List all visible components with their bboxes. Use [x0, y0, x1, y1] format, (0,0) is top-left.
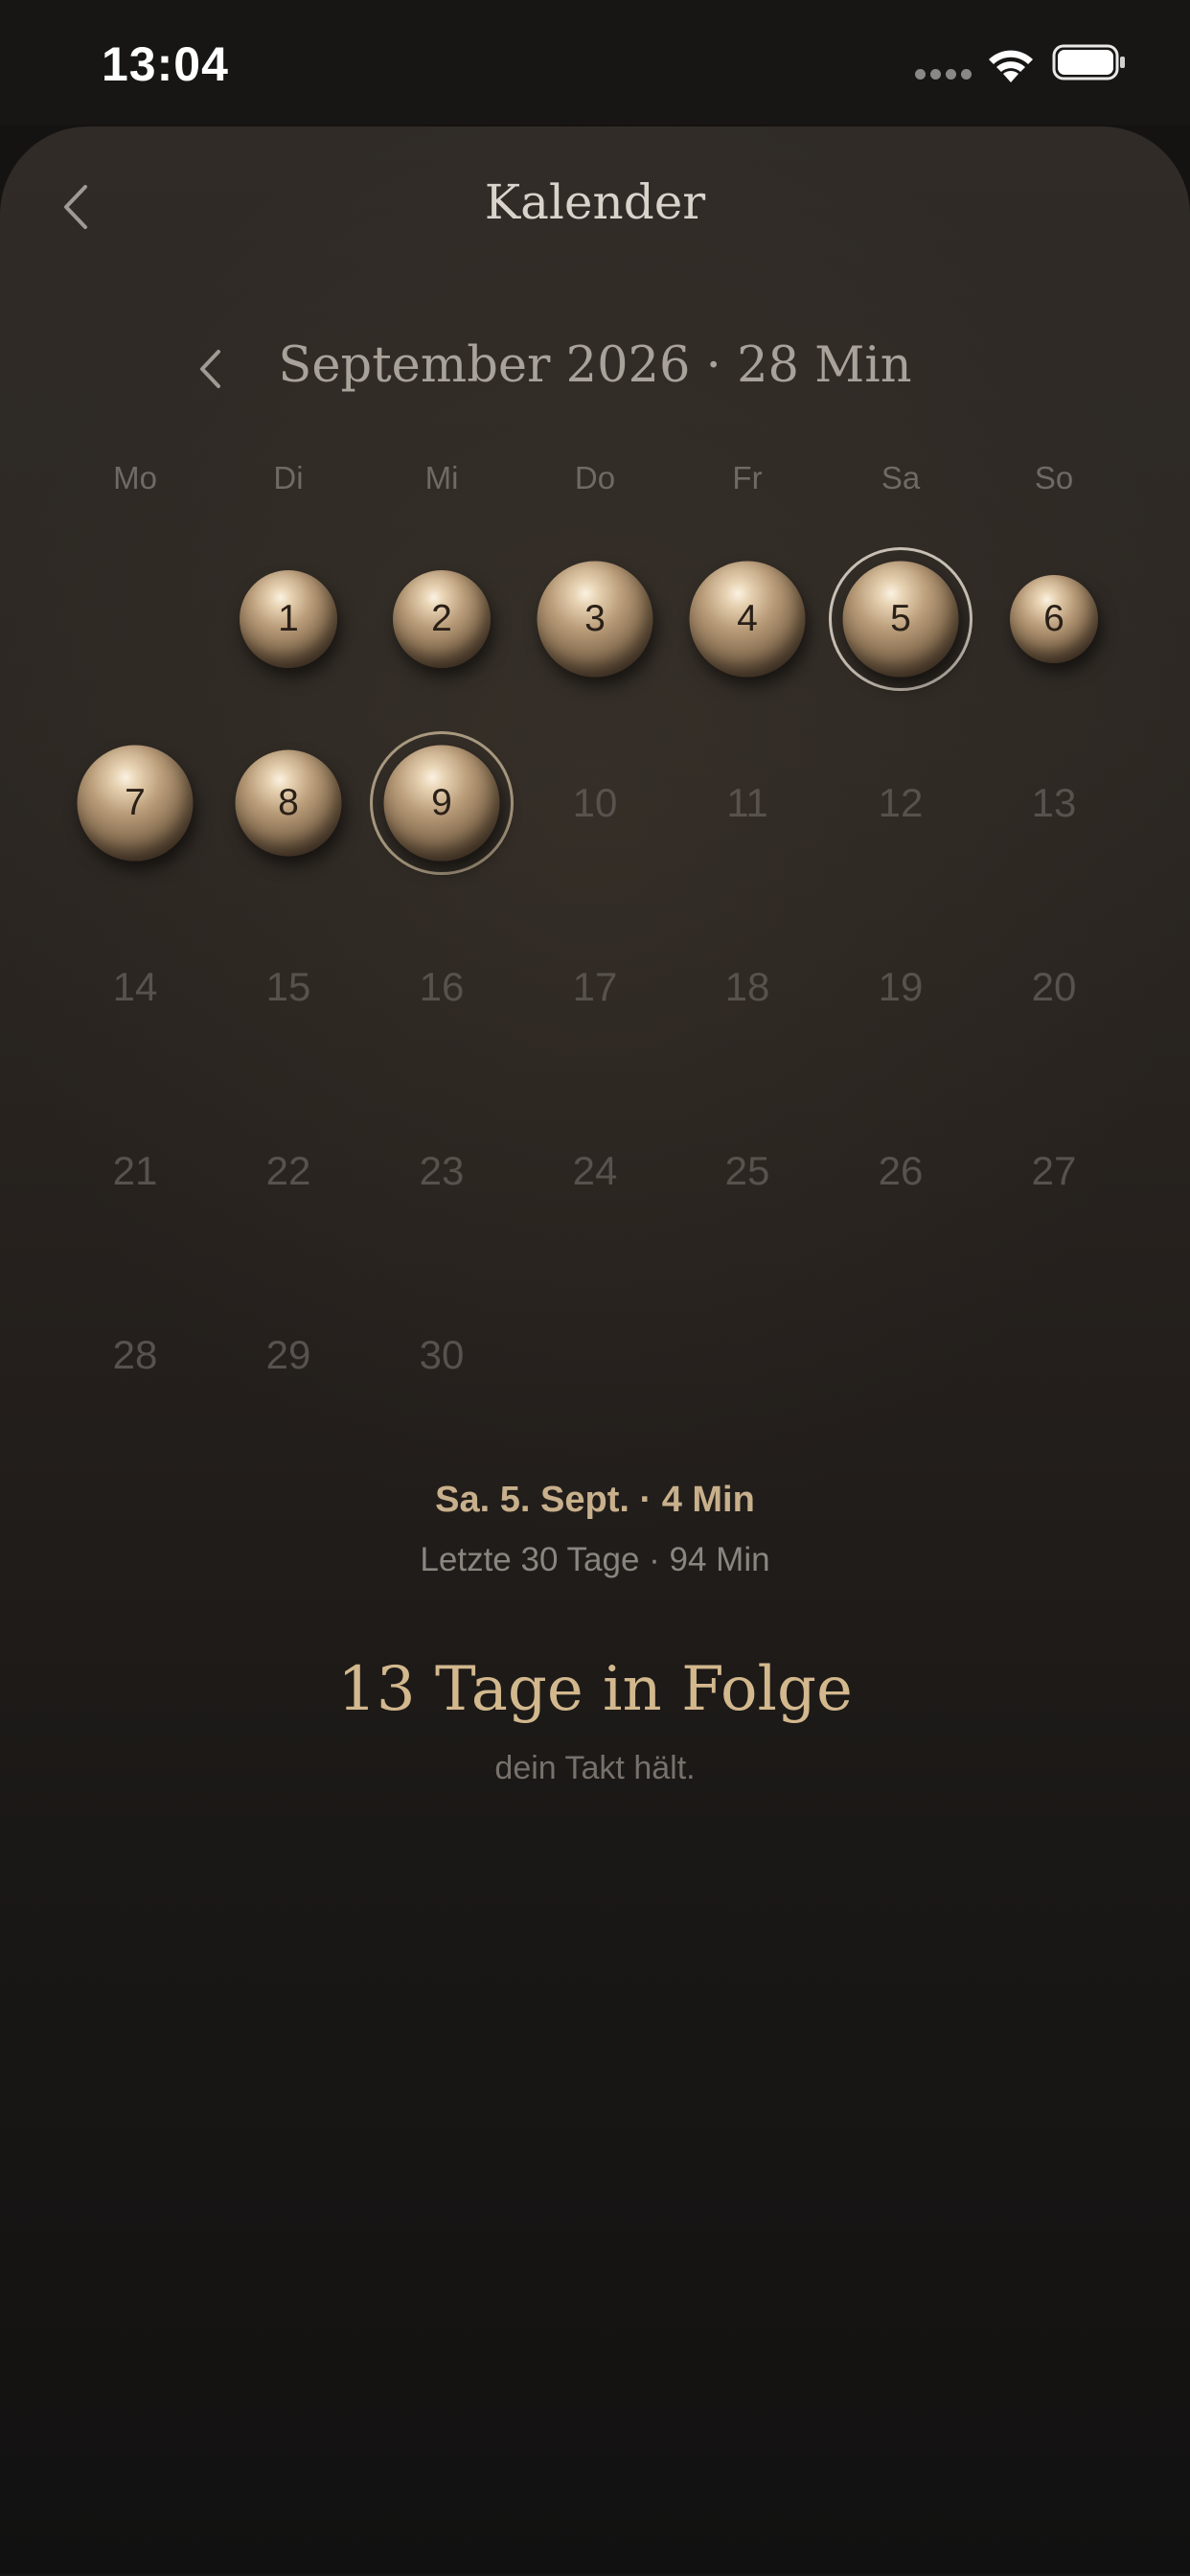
day-number: 3 [584, 598, 606, 639]
day-number: 25 [724, 1148, 770, 1193]
weekday-label: Fr [732, 460, 763, 495]
day-number: 18 [724, 964, 770, 1009]
calendar-day[interactable]: 10 [514, 722, 676, 885]
day-number: 11 [726, 780, 768, 825]
status-bar: 13:04 [0, 0, 1190, 125]
calendar-day[interactable]: 13 [973, 722, 1135, 885]
day-number: 22 [265, 1148, 311, 1193]
calendar-day[interactable]: 15 [207, 906, 370, 1069]
day-number: 27 [1031, 1148, 1077, 1193]
streak-subtitle: dein Takt hält. [494, 1750, 696, 1786]
calendar-day[interactable]: 14 [54, 906, 217, 1069]
status-time: 13:04 [102, 37, 229, 91]
calendar-day[interactable]: 29 [207, 1274, 370, 1437]
day-number: 16 [419, 964, 465, 1009]
weekday-label: Sa [881, 460, 921, 495]
day-number: 17 [572, 964, 618, 1009]
calendar-day-session[interactable]: 4 [666, 538, 829, 701]
day-number: 14 [112, 964, 158, 1009]
day-number: 4 [737, 598, 758, 639]
calendar-day[interactable]: 22 [207, 1090, 370, 1253]
wifi-icon [989, 50, 1033, 82]
calendar-day[interactable]: 23 [360, 1090, 523, 1253]
calendar-day[interactable]: 24 [514, 1090, 676, 1253]
day-number: 12 [878, 780, 924, 825]
calendar-day[interactable]: 20 [973, 906, 1135, 1069]
day-number: 1 [278, 598, 299, 639]
calendar-day-session[interactable]: 1 [207, 538, 370, 701]
day-number: 13 [1031, 780, 1077, 825]
day-number: 29 [265, 1332, 311, 1377]
calendar-day-session[interactable]: 5 [819, 538, 982, 701]
calendar-day[interactable]: 11 [666, 722, 829, 885]
signal-dots-icon [915, 69, 972, 80]
day-number: 6 [1043, 598, 1064, 639]
streak-title: 13 Tage in Folge [337, 1654, 853, 1725]
calendar-day[interactable]: 19 [819, 906, 982, 1069]
calendar-day[interactable]: 30 [360, 1274, 523, 1437]
day-number: 30 [419, 1332, 465, 1377]
calendar-day-session[interactable]: 8 [207, 722, 370, 885]
calendar-day[interactable]: 26 [819, 1090, 982, 1253]
page-title: Kalender [484, 174, 706, 230]
calendar-day[interactable]: 28 [54, 1274, 217, 1437]
day-number: 8 [278, 782, 299, 823]
calendar-day[interactable]: 17 [514, 906, 676, 1069]
calendar-day[interactable]: 16 [360, 906, 523, 1069]
day-number: 5 [890, 598, 911, 639]
calendar-day[interactable]: 18 [666, 906, 829, 1069]
last-30-days-summary: Letzte 30 Tage · 94 Min [420, 1541, 770, 1578]
day-number: 26 [878, 1148, 924, 1193]
weekday-label: Mi [424, 460, 459, 495]
month-title: September 2026 · 28 Min [278, 337, 912, 394]
weekday-label: Mo [113, 460, 157, 495]
day-number: 19 [878, 964, 924, 1009]
calendar-day[interactable]: 27 [973, 1090, 1135, 1253]
day-number: 23 [419, 1148, 465, 1193]
selected-day-summary: Sa. 5. Sept. · 4 Min [435, 1480, 755, 1520]
day-number: 2 [431, 598, 452, 639]
weekday-label: Di [273, 460, 304, 495]
calendar-day[interactable]: 25 [666, 1090, 829, 1253]
calendar-day[interactable]: 12 [819, 722, 982, 885]
day-number: 24 [572, 1148, 618, 1193]
day-number: 21 [112, 1148, 158, 1193]
day-number: 9 [431, 782, 452, 823]
calendar-day-session[interactable]: 9 [360, 722, 523, 885]
weekday-label: Do [574, 460, 616, 495]
day-number: 20 [1031, 964, 1077, 1009]
battery-icon [1052, 44, 1125, 80]
weekday-label: So [1034, 460, 1074, 495]
calendar-day[interactable]: 21 [54, 1090, 217, 1253]
calendar-day-session[interactable]: 3 [514, 538, 676, 701]
calendar-day-session[interactable]: 6 [973, 538, 1135, 701]
day-number: 28 [112, 1332, 158, 1377]
day-number: 10 [572, 780, 618, 825]
day-number: 15 [265, 964, 311, 1009]
calendar-day-session[interactable]: 7 [54, 722, 217, 885]
calendar-day-session[interactable]: 2 [360, 538, 523, 701]
day-number: 7 [125, 782, 146, 823]
